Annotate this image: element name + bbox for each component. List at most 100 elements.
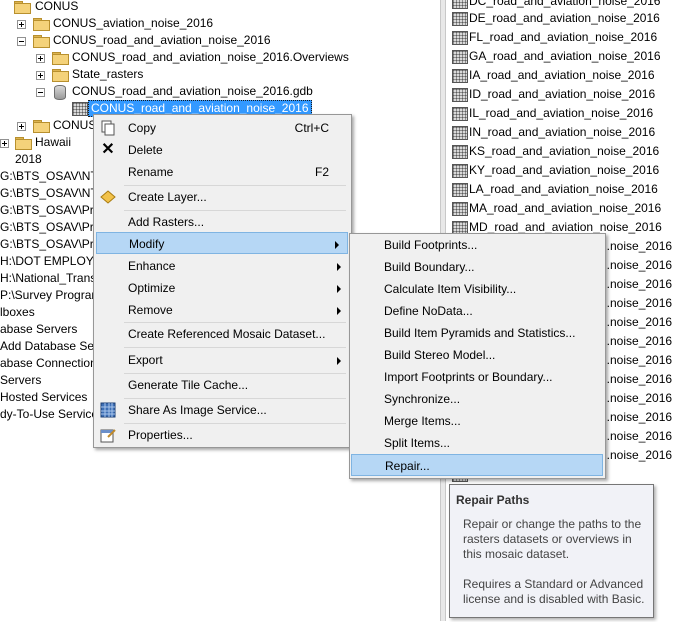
tree-item-database-connections[interactable]: abase Connections [0, 355, 105, 372]
tree-item-toolboxes[interactable]: lboxes [0, 304, 37, 321]
menu-item-remove[interactable]: Remove [94, 299, 349, 321]
repair-tooltip: Repair Paths Repair or change the paths … [449, 484, 654, 618]
tree-item-folder-connection[interactable]: G:\BTS_OSAV\Proj [0, 236, 105, 253]
menu-item-label: Create Referenced Mosaic Dataset... [128, 327, 326, 341]
raster-icon [452, 50, 468, 64]
menu-item-export[interactable]: Export [94, 349, 349, 371]
menu-item-label: Modify [129, 237, 165, 251]
tree-item-label: lboxes [0, 305, 35, 319]
tree-item-folder-connection[interactable]: P:\Survey Program [0, 287, 103, 304]
folder-icon [33, 120, 50, 133]
submenu-item-synchronize[interactable]: Synchronize... [350, 388, 603, 410]
list-item-label: ...noise_2016 [600, 296, 673, 310]
tree-item-database-servers[interactable]: abase Servers [0, 321, 79, 338]
tooltip-license-note: Requires a Standard or Advanced license … [463, 577, 645, 606]
submenu-item-split-items[interactable]: Split Items... [350, 432, 603, 454]
tree-item-folder-connection[interactable]: H:\National_Trans [0, 270, 98, 287]
tree-item-label: H:\DOT EMPLOYE [0, 254, 102, 268]
tree-item-label: P:\Survey Program [0, 288, 102, 302]
tree-item-label: Servers [0, 373, 42, 387]
menu-item-create-referenced-mosaic[interactable]: Create Referenced Mosaic Dataset... [94, 323, 349, 345]
collapse-icon[interactable] [36, 88, 45, 97]
menu-item-shortcut: F2 [314, 165, 329, 179]
delete-icon: ✕ [101, 141, 115, 158]
tree-item-label: Hosted Services [0, 390, 88, 404]
menu-separator [124, 347, 346, 348]
menu-item-label: Build Stereo Model... [384, 348, 496, 362]
list-item-label: IN_road_and_aviation_noise_2016 [469, 125, 656, 139]
collapse-icon[interactable] [17, 37, 26, 46]
list-item-label: GA_road_and_aviation_noise_2016 [469, 49, 661, 63]
tooltip-description: Repair or change the paths to the raster… [463, 517, 642, 561]
menu-item-generate-tile-cache[interactable]: Generate Tile Cache... [94, 374, 349, 396]
submenu-item-calculate-item-visibility[interactable]: Calculate Item Visibility... [350, 278, 603, 300]
menu-item-modify[interactable]: Modify [96, 232, 348, 254]
list-item-label: ...noise_2016 [600, 372, 673, 386]
submenu-item-import-footprints[interactable]: Import Footprints or Boundary... [350, 366, 603, 388]
properties-icon [100, 427, 116, 443]
list-item-label: ...noise_2016 [600, 448, 673, 462]
submenu-item-build-stereo-model[interactable]: Build Stereo Model... [350, 344, 603, 366]
tree-item-label: G:\BTS_OSAV\Proj [0, 203, 104, 217]
tree-item-label: G:\BTS_OSAV\NTA [0, 169, 105, 183]
menu-item-share-image-service[interactable]: Share As Image Service... [94, 399, 349, 421]
tree-item-label: H:\National_Trans [0, 271, 97, 285]
list-item-label: MA_road_and_aviation_noise_2016 [469, 201, 662, 215]
tree-item-label: CONUS [53, 118, 97, 132]
menu-item-add-rasters[interactable]: Add Rasters... [94, 211, 349, 233]
tree-item-folder-connection[interactable]: G:\BTS_OSAV\NTA [0, 185, 107, 202]
list-item-label: ...noise_2016 [600, 429, 673, 443]
expand-icon[interactable] [36, 54, 45, 63]
menu-item-label: Add Rasters... [128, 215, 205, 229]
tree-item-gis-servers[interactable]: Servers [0, 372, 43, 389]
list-item-label: ...noise_2016 [600, 315, 673, 329]
menu-item-optimize[interactable]: Optimize [94, 277, 349, 299]
menu-item-shortcut: Ctrl+C [294, 121, 329, 135]
menu-item-label: Define NoData... [384, 304, 473, 318]
list-item-label: ...noise_2016 [600, 391, 673, 405]
submenu-arrow-icon [335, 241, 339, 249]
tree-item-label: State_rasters [72, 67, 144, 81]
tree-item-folder-connection[interactable]: G:\BTS_OSAV\NTA [0, 168, 107, 185]
expand-icon[interactable] [17, 20, 26, 29]
submenu-item-merge-items[interactable]: Merge Items... [350, 410, 603, 432]
raster-icon [452, 183, 468, 197]
menu-item-create-layer[interactable]: Create Layer... [94, 186, 349, 208]
menu-item-copy[interactable]: Copy Ctrl+C [94, 117, 349, 139]
tree-item-ready-to-use-services[interactable]: dy-To-Use Service [0, 406, 100, 423]
tree-item-label: G:\BTS_OSAV\NTA [0, 186, 105, 200]
submenu-item-define-nodata[interactable]: Define NoData... [350, 300, 603, 322]
list-item-label: FL_road_and_aviation_noise_2016 [469, 30, 658, 44]
list-item-label: ...noise_2016 [600, 239, 673, 253]
expand-icon[interactable] [0, 139, 9, 148]
tree-item-label: abase Connections [0, 356, 103, 370]
raster-icon [452, 0, 468, 9]
tree-item-folder-connection[interactable]: H:\DOT EMPLOYE [0, 253, 104, 270]
submenu-item-repair[interactable]: Repair... [351, 454, 603, 476]
tree-item-label: abase Servers [0, 322, 78, 336]
menu-item-properties[interactable]: Properties... [94, 424, 349, 446]
menu-item-label: Properties... [128, 428, 193, 442]
menu-item-label: Remove [128, 303, 173, 317]
tree-item-folder-connection[interactable]: G:\BTS_OSAV\Proj [0, 219, 105, 236]
folder-icon [14, 1, 31, 14]
folder-icon [33, 18, 50, 31]
menu-item-delete[interactable]: ✕ Delete [94, 139, 349, 161]
expand-icon[interactable] [17, 122, 26, 131]
submenu-item-build-footprints[interactable]: Build Footprints... [350, 234, 603, 256]
expand-icon[interactable] [36, 71, 45, 80]
tree-item-folder-connection[interactable]: G:\BTS_OSAV\Proj [0, 202, 105, 219]
submenu-item-build-item-pyramids[interactable]: Build Item Pyramids and Statistics... [350, 322, 603, 344]
share-icon [100, 402, 116, 418]
menu-item-label: Optimize [128, 281, 176, 295]
raster-icon [452, 31, 468, 45]
submenu-item-build-boundary[interactable]: Build Boundary... [350, 256, 603, 278]
menu-item-enhance[interactable]: Enhance [94, 255, 349, 277]
tree-item-label: 2018 [15, 152, 42, 166]
raster-icon [452, 145, 468, 159]
tree-item-hosted-services[interactable]: Hosted Services [0, 389, 89, 406]
tree-item-add-database-server[interactable]: Add Database Serv [0, 338, 106, 355]
submenu-arrow-icon [337, 307, 341, 315]
modify-submenu: Build Footprints... Build Boundary... Ca… [349, 233, 606, 479]
menu-item-rename[interactable]: Rename F2 [94, 161, 349, 183]
